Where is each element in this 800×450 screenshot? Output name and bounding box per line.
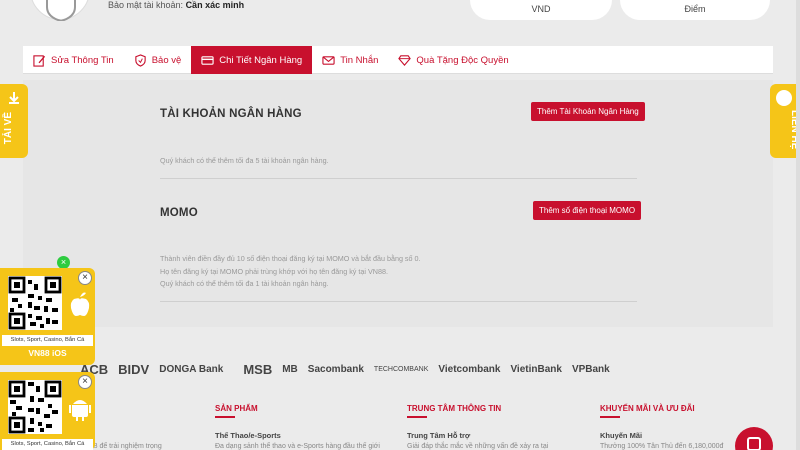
tab-label: Chi Tiết Ngân Hàng (219, 54, 303, 66)
download-side-tab[interactable]: TẢI VỀ (0, 84, 28, 158)
bank-logo-vpbank: VPBank (571, 363, 610, 375)
profile-tabs: Sửa Thông Tin Bảo vệ Chi Tiết Ngân Hàng … (23, 46, 773, 74)
footer-products-title: SẢN PHẨM (215, 404, 258, 418)
edit-icon (33, 54, 46, 67)
footer-promo-desc: Thưởng 100% Tân Thủ đến 6,180,000đ (600, 443, 724, 450)
tab-label: Sửa Thông Tin (51, 54, 114, 66)
tab-exclusive-gifts[interactable]: Quà Tặng Độc Quyền (388, 46, 518, 74)
footer-title-text: SẢN PHẨM (215, 404, 258, 413)
headset-icon (776, 90, 792, 106)
apple-icon (70, 292, 90, 316)
account-header: Bảo mật tài khoản: Cần xác minh VND Điểm (0, 0, 800, 30)
download-icon (9, 92, 19, 104)
tab-label: Bảo vệ (151, 54, 182, 66)
tab-label: Tin Nhắn (340, 54, 379, 66)
page-scrollbar[interactable] (796, 0, 800, 450)
footer-sports-desc: Đa dạng sảnh thể thao và e-Sports hàng đ… (215, 443, 380, 450)
ios-tagline: Slots, Sport, Casino, Bắn Cá (2, 335, 93, 346)
ios-label: VN88 iOS (28, 348, 67, 358)
tab-bank-details[interactable]: Chi Tiết Ngân Hàng (191, 46, 313, 74)
momo-note-limit: Quý khách có thể thêm tối đa 1 tài khoản… (160, 279, 329, 288)
shield-icon (135, 53, 146, 67)
footer-promo-title: KHUYẾN MÃI VÀ ƯU ĐÃI (600, 404, 695, 418)
momo-note-phone: Thành viên điền đầy đủ 10 số điện thoại … (160, 254, 421, 263)
diamond-icon (398, 54, 412, 66)
bank-logos-strip: ACB BIDV DONGA Bank MSB MB Sacombank TEC… (80, 358, 720, 380)
points-label: Điểm (684, 4, 706, 14)
security-status: Bảo mật tài khoản: Cần xác minh (108, 0, 244, 10)
footer-support-link[interactable]: Trung Tâm Hỗ trợ (407, 431, 470, 440)
close-ios-card-icon[interactable]: × (78, 271, 92, 285)
tab-messages[interactable]: Tin Nhắn (312, 46, 388, 74)
contact-side-tab[interactable]: LIÊN HỆ (770, 84, 800, 158)
shield-icon (46, 0, 76, 23)
footer-title-text: TRUNG TÂM THÔNG TIN (407, 404, 502, 413)
tab-label: Quà Tặng Độc Quyền (416, 54, 509, 66)
mail-icon (322, 55, 335, 65)
bank-logo-sacombank: Sacombank (307, 363, 364, 375)
tab-edit-info[interactable]: Sửa Thông Tin (23, 46, 124, 74)
bank-logo-mb: MB (282, 363, 298, 375)
bank-logo-techcombank: TECHCOMBANK (373, 365, 429, 373)
momo-section-title: MOMO (160, 207, 198, 219)
android-tagline: Slots, Sport, Casino, Bắn Cá (2, 439, 93, 450)
title-underline (600, 416, 620, 418)
points-pill: Điểm (620, 0, 770, 20)
ios-qr-code-icon (8, 276, 62, 330)
android-icon (69, 400, 91, 421)
bank-logo-vietinbank: VietinBank (510, 363, 562, 375)
currency-label: VND (531, 4, 551, 14)
title-underline (407, 416, 427, 418)
footer-support-desc: Giải đáp thắc mắc về những vấn đề xảy ra… (407, 443, 549, 450)
tab-security[interactable]: Bảo vệ (124, 46, 192, 74)
bank-section-title: TÀI KHOẢN NGÂN HÀNG (160, 108, 302, 120)
bank-details-panel: TÀI KHOẢN NGÂN HÀNG Thêm Tài Khoản Ngân … (23, 80, 773, 327)
add-bank-account-button[interactable]: Thêm Tài Khoản Ngân Hàng (531, 102, 645, 121)
security-label: Bảo mật tài khoản: (108, 0, 184, 10)
security-shield-badge (30, 0, 90, 23)
android-qr-code-icon (8, 380, 62, 434)
site-footer: VN88 để trải nghiệm trọng SẢN PHẨM Thể T… (0, 385, 800, 450)
footer-info-title: TRUNG TÂM THÔNG TIN (407, 404, 502, 418)
chat-icon (747, 437, 761, 450)
bank-limit-note: Quý khách có thể thêm tối đa 5 tài khoản… (160, 156, 329, 165)
ios-download-card[interactable]: × Slots, Sport, Casino, Bắn Cá VN88 iOS (0, 268, 95, 365)
footer-promo-link[interactable]: Khuyến Mãi (600, 431, 642, 440)
momo-note-name: Họ tên đăng ký tại MOMO phải trùng khớp … (160, 267, 388, 276)
android-download-card[interactable]: × Slots, Sport, Casino, Bắn Cá (0, 372, 95, 450)
download-tab-label: TẢI VỀ (3, 112, 14, 145)
title-underline (215, 416, 235, 418)
footer-title-text: KHUYẾN MÃI VÀ ƯU ĐÃI (600, 404, 695, 413)
bank-logo-msb: MSB (243, 361, 273, 377)
close-android-card-icon[interactable]: × (78, 375, 92, 389)
section-divider (160, 301, 637, 302)
bank-logo-donga: DONGA Bank (159, 363, 224, 375)
footer-sports-link[interactable]: Thể Thao/e-Sports (215, 431, 281, 440)
balance-pill: VND (470, 0, 612, 20)
add-momo-phone-button[interactable]: Thêm số điện thoại MOMO (533, 201, 642, 220)
bank-logo-bidv: BIDV (118, 361, 150, 377)
card-icon (201, 55, 214, 65)
section-divider (160, 178, 637, 179)
bank-logo-vietcombank: Vietcombank (438, 363, 501, 375)
security-value: Cần xác minh (185, 0, 245, 10)
